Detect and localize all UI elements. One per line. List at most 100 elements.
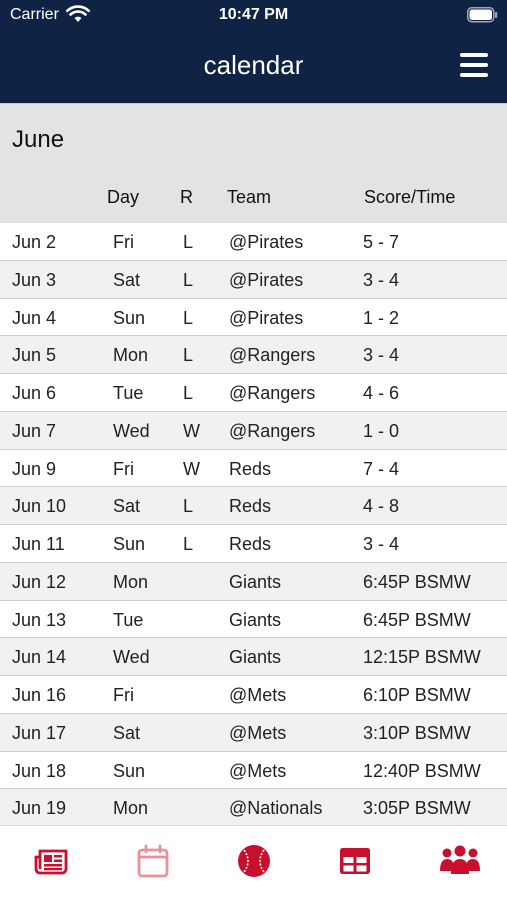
- game-result: L: [183, 383, 194, 403]
- game-score-time: 3 - 4: [363, 345, 400, 366]
- game-date: Jun 11: [12, 534, 65, 554]
- game-day: Mon: [113, 798, 149, 819]
- table-row[interactable]: Jun 9 Fri W Reds 7 - 4: [0, 450, 507, 488]
- game-score-time: 1 - 2: [363, 307, 400, 328]
- game-score-time: 3:05P BSMW: [363, 798, 471, 819]
- game-opponent: @Mets: [229, 685, 287, 705]
- game-score-time: 12:15P BSMW: [363, 647, 481, 668]
- game-date: Jun 4: [12, 307, 57, 328]
- app-header: Carrier 10:47 PM calendar: [0, 0, 507, 103]
- calendar-icon[interactable]: [135, 843, 171, 879]
- table-row[interactable]: Jun 19 Mon @Nationals 3:05P BSMW: [0, 789, 507, 825]
- table-row[interactable]: Jun 17 Sat @Mets 3:10P BSMW: [0, 713, 507, 752]
- game-opponent: @Pirates: [229, 269, 304, 290]
- game-score-time: 6:45P BSMW: [363, 609, 471, 630]
- schedule-list[interactable]: Jun 2 Fri L @Pirates 5 - 7 Jun 3 Sat L @Pirates 3…: [0, 223, 507, 825]
- game-opponent: @Pirates: [229, 307, 304, 328]
- column-header-day: Day: [107, 187, 140, 207]
- game-day: Fri: [113, 458, 134, 479]
- status-time: 10:47 PM: [218, 6, 289, 23]
- game-date: Jun 7: [12, 420, 57, 441]
- game-day: Sun: [113, 760, 146, 781]
- table-row[interactable]: Jun 11 Sun L Reds 3 - 4: [0, 525, 507, 563]
- game-opponent: Giants: [229, 571, 282, 592]
- game-score-time: 4 - 6: [363, 383, 400, 403]
- game-date: Jun 16: [12, 685, 67, 705]
- hamburger-menu-icon[interactable]: [458, 51, 490, 79]
- table-row[interactable]: Jun 13 Tue Giants 6:45P BSMW: [0, 601, 507, 639]
- game-date: Jun 10: [12, 496, 67, 517]
- game-date: Jun 5: [12, 345, 57, 366]
- game-date: Jun 17: [12, 722, 67, 743]
- table-row[interactable]: Jun 14 Wed Giants 12:15P BSMW: [0, 638, 507, 676]
- newspaper-icon[interactable]: [33, 843, 69, 879]
- game-opponent: @Rangers: [229, 383, 316, 403]
- tab-bar: [0, 825, 507, 900]
- table-grid-icon[interactable]: [337, 843, 373, 879]
- game-opponent: Giants: [229, 609, 282, 630]
- game-score-time: 4 - 8: [363, 496, 400, 517]
- column-header-score-time: Score/Time: [364, 187, 456, 207]
- table-row[interactable]: Jun 12 Mon Giants 6:45P BSMW: [0, 562, 507, 601]
- team-people-icon[interactable]: [439, 843, 481, 879]
- table-row[interactable]: Jun 7 Wed W @Rangers 1 - 0: [0, 411, 507, 450]
- game-score-time: 3:10P BSMW: [363, 722, 471, 743]
- game-date: Jun 12: [12, 571, 67, 592]
- game-day: Sat: [113, 269, 141, 290]
- table-row[interactable]: Jun 6 Tue L @Rangers 4 - 6: [0, 374, 507, 412]
- game-date: Jun 3: [12, 269, 57, 290]
- status-bar: Carrier 10:47 PM: [0, 0, 507, 34]
- game-date: Jun 13: [12, 609, 67, 630]
- game-opponent: Reds: [229, 534, 272, 554]
- table-row[interactable]: Jun 3 Sat L @Pirates 3 - 4: [0, 260, 507, 299]
- game-score-time: 12:40P BSMW: [363, 760, 481, 781]
- game-day: Mon: [113, 571, 149, 592]
- month-label: June: [12, 126, 65, 153]
- game-opponent: @Pirates: [229, 232, 304, 252]
- column-header-team: Team: [227, 187, 272, 207]
- game-opponent: @Rangers: [229, 420, 316, 441]
- game-score-time: 5 - 7: [363, 232, 400, 252]
- table-row[interactable]: Jun 18 Sun @Mets 12:40P BSMW: [0, 752, 507, 790]
- table-row[interactable]: Jun 16 Fri @Mets 6:10P BSMW: [0, 676, 507, 714]
- game-day: Fri: [113, 232, 134, 252]
- game-day: Sat: [113, 496, 141, 517]
- game-score-time: 6:10P BSMW: [363, 685, 471, 705]
- game-score-time: 3 - 4: [363, 534, 400, 554]
- baseball-icon[interactable]: [236, 843, 272, 879]
- game-result: L: [183, 232, 194, 252]
- game-day: Sun: [113, 307, 146, 328]
- game-date: Jun 14: [12, 647, 67, 668]
- game-score-time: 7 - 4: [363, 458, 400, 479]
- battery-icon: [467, 7, 498, 23]
- table-row[interactable]: Jun 4 Sun L @Pirates 1 - 2: [0, 299, 507, 337]
- game-day: Wed: [113, 647, 150, 668]
- game-result: L: [183, 307, 194, 328]
- game-date: Jun 9: [12, 458, 57, 479]
- game-day: Fri: [113, 685, 134, 705]
- game-result: L: [183, 496, 194, 517]
- game-result: W: [183, 420, 200, 441]
- table-row[interactable]: Jun 10 Sat L Reds 4 - 8: [0, 487, 507, 525]
- game-day: Mon: [113, 345, 149, 366]
- column-header-result: R: [180, 187, 193, 207]
- game-day: Tue: [113, 609, 144, 630]
- game-opponent: Reds: [229, 496, 272, 517]
- game-day: Sun: [113, 534, 146, 554]
- game-opponent: @Nationals: [229, 798, 323, 819]
- game-day: Tue: [113, 383, 144, 403]
- game-result: L: [183, 345, 194, 366]
- game-opponent: Reds: [229, 458, 272, 479]
- table-row[interactable]: Jun 5 Mon L @Rangers 3 - 4: [0, 336, 507, 374]
- month-section-header: June: [0, 103, 507, 171]
- game-score-time: 1 - 0: [363, 420, 400, 441]
- game-opponent: @Rangers: [229, 345, 316, 366]
- game-day: Wed: [113, 420, 150, 441]
- game-date: Jun 2: [12, 232, 57, 252]
- game-date: Jun 18: [12, 760, 67, 781]
- game-date: Jun 6: [12, 383, 57, 403]
- page-title: calendar: [203, 50, 304, 80]
- game-opponent: @Mets: [229, 722, 287, 743]
- table-row[interactable]: Jun 2 Fri L @Pirates 5 - 7: [0, 223, 507, 261]
- game-date: Jun 19: [12, 798, 67, 819]
